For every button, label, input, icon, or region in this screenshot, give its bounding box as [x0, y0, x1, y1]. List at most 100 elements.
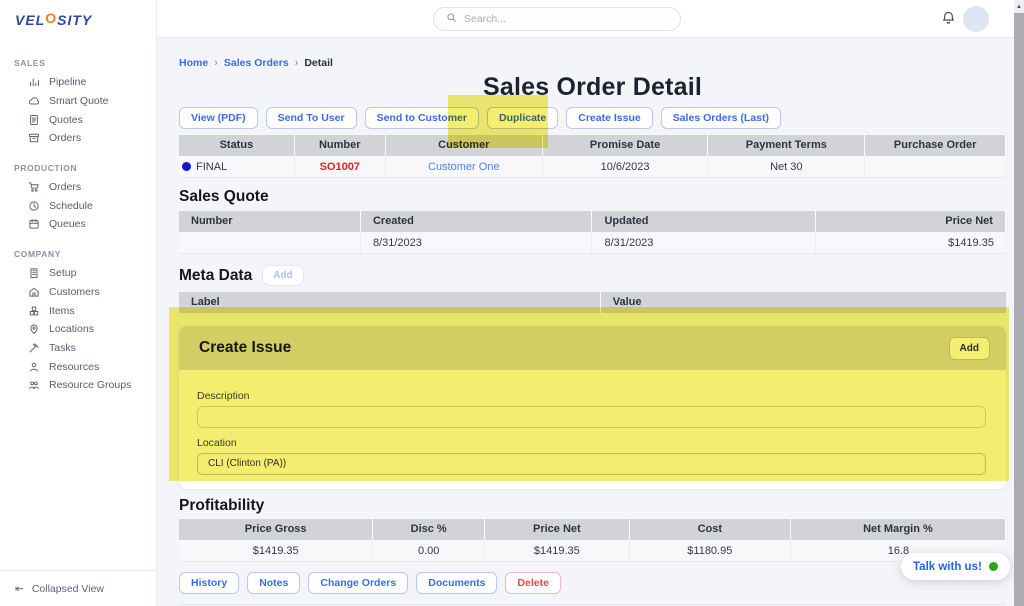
send-to-user-button[interactable]: Send To User	[266, 107, 357, 129]
sidebar-item-production-orders[interactable]: Orders	[0, 178, 156, 197]
sidebar-item-queues[interactable]: Queues	[0, 215, 156, 234]
main-content: Home › Sales Orders › Detail Sales Order…	[157, 38, 1014, 606]
sidebar-item-label: Orders	[49, 181, 81, 193]
sidebar-item-tasks[interactable]: Tasks	[0, 339, 156, 358]
notes-button[interactable]: Notes	[247, 572, 300, 594]
meta-data-heading: Meta Data	[179, 267, 252, 285]
status-value: FINAL	[196, 161, 227, 173]
breadcrumb: Home › Sales Orders › Detail	[179, 57, 1006, 69]
description-label: Description	[197, 390, 986, 402]
location-select[interactable]: CLI (Clinton (PA))	[197, 453, 986, 475]
sidebar-item-sales-orders[interactable]: Orders	[0, 129, 156, 148]
customer-link[interactable]: Customer One	[386, 156, 543, 178]
create-issue-heading: Create Issue	[199, 339, 291, 357]
sidebar-nav: SALES Pipeline Smart Quote Quotes Orders…	[0, 58, 156, 395]
create-issue-add-button[interactable]: Add	[949, 337, 990, 360]
breadcrumb-separator: ›	[295, 57, 299, 69]
delete-button[interactable]: Delete	[505, 572, 561, 594]
quote-number-cell	[179, 232, 361, 254]
column-header: Promise Date	[543, 135, 708, 156]
search-input[interactable]	[464, 13, 654, 25]
user-avatar[interactable]	[963, 6, 989, 32]
disc-pct-cell: 0.00	[373, 540, 485, 562]
sidebar-item-locations[interactable]: Locations	[0, 320, 156, 339]
nav-section-label: COMPANY	[14, 249, 156, 259]
topbar	[157, 0, 1014, 38]
meta-data-header-row: Meta Data Add	[179, 265, 1006, 286]
column-header: Customer	[386, 135, 543, 156]
column-header: Cost	[630, 519, 791, 540]
nav-section-production: PRODUCTION Orders Schedule Queues	[0, 163, 156, 234]
chat-widget-button[interactable]: Talk with us!	[901, 553, 1010, 580]
collapse-sidebar-button[interactable]: ⇤ Collapsed View	[0, 570, 156, 606]
section-divider	[179, 604, 1006, 605]
sidebar-item-label: Items	[49, 305, 75, 317]
history-button[interactable]: History	[179, 572, 239, 594]
column-header: Disc %	[373, 519, 485, 540]
breadcrumb-sales-orders-link[interactable]: Sales Orders	[224, 57, 289, 69]
meta-data-add-button[interactable]: Add	[262, 265, 303, 286]
create-issue-panel-header: Create Issue Add	[179, 326, 1006, 370]
payment-terms-cell: Net 30	[708, 156, 865, 178]
boxes-icon	[28, 305, 40, 317]
order-summary-table: Status Number Customer Promise Date Paym…	[179, 135, 1006, 178]
sidebar-item-label: Smart Quote	[49, 95, 109, 107]
cart-icon	[28, 181, 40, 193]
sidebar-item-resources[interactable]: Resources	[0, 357, 156, 376]
breadcrumb-current: Detail	[304, 57, 333, 69]
create-issue-button[interactable]: Create Issue	[566, 107, 652, 129]
sidebar-item-pipeline[interactable]: Pipeline	[0, 73, 156, 92]
view-pdf-button[interactable]: View (PDF)	[179, 107, 258, 129]
description-input[interactable]	[197, 406, 986, 428]
page-scrollbar[interactable]: ▲	[1014, 0, 1024, 606]
logo-o-swoosh: O	[45, 10, 57, 26]
sidebar-item-schedule[interactable]: Schedule	[0, 196, 156, 215]
column-header: Number	[179, 211, 361, 232]
notifications-bell-icon[interactable]	[941, 10, 957, 28]
price-gross-cell: $1419.35	[179, 540, 373, 562]
column-header: Number	[295, 135, 386, 156]
status-dot	[182, 162, 191, 171]
pipeline-icon	[28, 76, 40, 88]
sidebar-item-label: Locations	[49, 323, 94, 335]
quote-icon	[28, 114, 40, 126]
profitability-table: Price Gross Disc % Price Net Cost Net Ma…	[179, 519, 1006, 562]
home-icon	[28, 286, 40, 298]
order-actions-row: View (PDF) Send To User Send to Customer…	[179, 107, 1006, 129]
search-icon	[446, 10, 457, 28]
column-header: Label	[179, 292, 601, 313]
sidebar-item-setup[interactable]: Setup	[0, 264, 156, 283]
sidebar-item-label: Queues	[49, 218, 86, 230]
sidebar-item-customers[interactable]: Customers	[0, 283, 156, 302]
column-header: Updated	[592, 211, 815, 232]
quote-price-net-cell: $1419.35	[816, 232, 1006, 254]
sales-quote-heading: Sales Quote	[179, 188, 1006, 206]
column-header: Payment Terms	[708, 135, 865, 156]
column-header: Price Gross	[179, 519, 373, 540]
nav-section-sales: SALES Pipeline Smart Quote Quotes Orders	[0, 58, 156, 148]
orders-box-icon	[28, 132, 40, 144]
sidebar-item-label: Customers	[49, 286, 100, 298]
sidebar-item-label: Setup	[49, 267, 76, 279]
scrollbar-up-arrow[interactable]: ▲	[1014, 0, 1024, 13]
sales-orders-last-button[interactable]: Sales Orders (Last)	[661, 107, 781, 129]
users-icon	[28, 379, 40, 391]
calendar-icon	[28, 218, 40, 230]
purchase-order-cell	[865, 156, 1006, 178]
duplicate-button[interactable]: Duplicate	[487, 107, 558, 129]
global-search[interactable]	[433, 7, 681, 31]
change-orders-button[interactable]: Change Orders	[308, 572, 408, 594]
sidebar-item-smart-quote[interactable]: Smart Quote	[0, 92, 156, 111]
column-header: Net Margin %	[791, 519, 1006, 540]
sidebar-item-resource-groups[interactable]: Resource Groups	[0, 376, 156, 395]
sidebar-item-items[interactable]: Items	[0, 301, 156, 320]
send-to-customer-button[interactable]: Send to Customer	[365, 107, 479, 129]
logo-text-post: SITY	[57, 12, 92, 28]
documents-button[interactable]: Documents	[416, 572, 497, 594]
column-header: Value	[601, 292, 1006, 313]
breadcrumb-home-link[interactable]: Home	[179, 57, 208, 69]
hammer-icon	[28, 342, 40, 354]
sales-quote-table: Number Created Updated Price Net 8/31/20…	[179, 211, 1006, 254]
sidebar-item-quotes[interactable]: Quotes	[0, 110, 156, 129]
sidebar: VELOSITY SALES Pipeline Smart Quote Quot…	[0, 0, 157, 606]
